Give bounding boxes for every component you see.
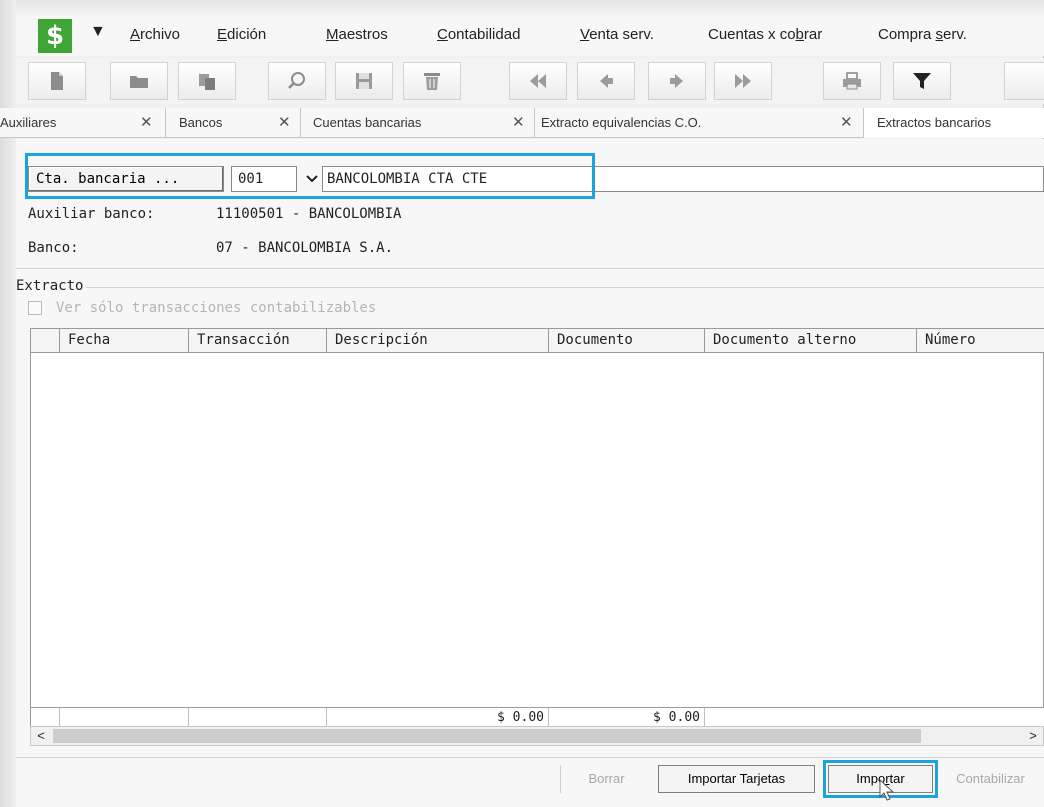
tab-extractos-bancarios[interactable]: Extractos bancarios (864, 108, 1044, 138)
scroll-right-icon[interactable]: > (1025, 728, 1041, 744)
menu-compra-serv[interactable]: Compra serv. (878, 26, 967, 43)
tab-cuentas-bancarias-close-icon[interactable]: ✕ (512, 113, 525, 131)
menu-archivo-label: rchivo (140, 26, 181, 43)
tab-cuentas-bancarias[interactable]: Cuentas bancarias ✕ (301, 108, 535, 138)
last-record-button[interactable] (714, 62, 772, 100)
print-button[interactable] (823, 62, 881, 100)
borrar-button[interactable]: Borrar (560, 765, 652, 793)
first-record-icon (530, 74, 546, 88)
menu-archivo-mnemonic: A (130, 26, 141, 43)
menu-contabilidad-label: ontabilidad (447, 26, 521, 43)
application-window: $ ▼ Archivo Edición Maestros Contabilida… (0, 0, 1044, 807)
menu-venta-serv-mnemonic: V (580, 26, 590, 43)
tab-auxiliares-close-icon[interactable]: ✕ (140, 113, 153, 131)
menu-cuentas-x-cobrar-label-start: Cuentas x co (708, 26, 796, 43)
menu-archivo[interactable]: Archivo (130, 26, 180, 43)
previous-record-icon (600, 74, 613, 88)
horizontal-scrollbar[interactable]: < > (30, 726, 1044, 746)
menu-cuentas-x-cobrar-label-end: rar (803, 26, 823, 43)
highlight-cta-bancaria (25, 153, 595, 199)
open-folder-icon (130, 76, 148, 88)
tab-bancos-close-icon[interactable]: ✕ (278, 113, 291, 131)
importar-tarjetas-button[interactable]: Importar Tarjetas (658, 765, 815, 793)
menu-bar: $ ▼ Archivo Edición Maestros Contabilida… (16, 16, 1044, 56)
open-button[interactable] (110, 62, 168, 100)
tab-bancos-label: Bancos (179, 115, 223, 130)
banco-value: 07 - BANCOLOMBIA S.A. (216, 240, 394, 256)
delete-button[interactable] (403, 62, 461, 100)
copy-button[interactable] (178, 62, 236, 100)
save-icon (356, 73, 372, 89)
separator (16, 757, 1044, 758)
tab-bancos[interactable]: Bancos ✕ (166, 108, 301, 138)
menu-cuentas-x-cobrar[interactable]: Cuentas x cobrar (708, 26, 822, 43)
tab-extracto-equivalencias-label: Extracto equivalencias C.O. (541, 115, 702, 130)
app-menu-arrow-icon[interactable]: ▼ (90, 23, 106, 41)
grid-header-selector (31, 329, 60, 352)
next-record-icon (670, 74, 683, 88)
ver-solo-contabilizables-label: Ver sólo transacciones contabilizables (56, 300, 377, 316)
new-document-icon (51, 72, 63, 90)
grid-header-descripcion[interactable]: Descripción (327, 329, 549, 352)
contabilizar-button[interactable]: Contabilizar (936, 765, 1044, 793)
mouse-cursor-icon (879, 779, 895, 801)
grid-header-transaccion[interactable]: Transacción (189, 329, 327, 352)
menu-maestros-label: aestros (338, 26, 388, 43)
menu-cuentas-x-cobrar-mnemonic: b (795, 26, 804, 43)
print-icon (843, 72, 861, 90)
separator (16, 268, 1044, 269)
menu-venta-serv-label: enta serv. (589, 26, 654, 43)
first-record-button[interactable] (509, 62, 567, 100)
menu-compra-serv-label-start: Compra (878, 26, 936, 43)
search-icon (288, 72, 305, 89)
filter-icon (913, 73, 931, 89)
delete-icon (424, 73, 440, 90)
tab-cuentas-bancarias-label: Cuentas bancarias (313, 115, 422, 130)
window-shadow-top (0, 0, 1044, 16)
grid-header-fecha[interactable]: Fecha (60, 329, 189, 352)
menu-contabilidad[interactable]: Contabilidad (437, 26, 520, 43)
auxiliar-banco-label: Auxiliar banco: (28, 206, 155, 222)
copy-icon (199, 74, 215, 90)
menu-edicion[interactable]: Edición (217, 26, 266, 43)
scroll-left-icon[interactable]: < (33, 728, 49, 744)
tab-extracto-equivalencias[interactable]: Extracto equivalencias C.O. ✕ (535, 108, 864, 138)
next-record-button[interactable] (648, 62, 706, 100)
app-logo-icon[interactable]: $ (38, 19, 72, 53)
toolbar-overflow-button[interactable] (1004, 62, 1044, 100)
ver-solo-contabilizables-checkbox[interactable] (28, 301, 42, 315)
menu-maestros[interactable]: Maestros (326, 26, 388, 43)
banco-label: Banco: (28, 240, 79, 256)
menu-contabilidad-mnemonic: C (437, 26, 448, 43)
grid-header-documento-alterno[interactable]: Documento alterno (705, 329, 917, 352)
search-button[interactable] (268, 62, 326, 100)
extracto-group-label: Extracto (16, 278, 84, 294)
document-tab-bar: Auxiliares ✕ Bancos ✕ Cuentas bancarias … (0, 108, 1044, 138)
menu-venta-serv[interactable]: Venta serv. (580, 26, 654, 43)
toolbar (16, 58, 1044, 104)
menu-edicion-mnemonic: E (217, 26, 228, 43)
grid-header: Fecha Transacción Descripción Documento … (31, 329, 1044, 353)
tab-extractos-bancarios-label: Extractos bancarios (877, 115, 992, 130)
tab-auxiliares-label: Auxiliares (0, 115, 57, 130)
filter-button[interactable] (893, 62, 951, 100)
menu-edicion-label: dición (227, 26, 267, 43)
extracto-grid[interactable]: Fecha Transacción Descripción Documento … (30, 328, 1044, 729)
menu-compra-serv-label-end: erv. (943, 26, 967, 43)
grid-header-documento[interactable]: Documento (549, 329, 705, 352)
tab-extracto-equivalencias-close-icon[interactable]: ✕ (840, 113, 853, 131)
last-record-icon (735, 74, 751, 88)
previous-record-button[interactable] (577, 62, 635, 100)
menu-compra-serv-mnemonic: s (935, 26, 944, 43)
extractos-bancarios-panel: Cta. bancaria ... 001 BANCOLOMBIA CTA CT… (16, 139, 1044, 807)
new-button[interactable] (28, 62, 86, 100)
extracto-group-line (86, 287, 1044, 288)
grid-header-numero[interactable]: Número (917, 329, 1044, 352)
scrollbar-thumb[interactable] (53, 729, 921, 743)
auxiliar-banco-value: 11100501 - BANCOLOMBIA (216, 206, 402, 222)
save-button[interactable] (335, 62, 393, 100)
tab-auxiliares[interactable]: Auxiliares ✕ (0, 108, 166, 138)
menu-maestros-mnemonic: M (326, 26, 339, 43)
